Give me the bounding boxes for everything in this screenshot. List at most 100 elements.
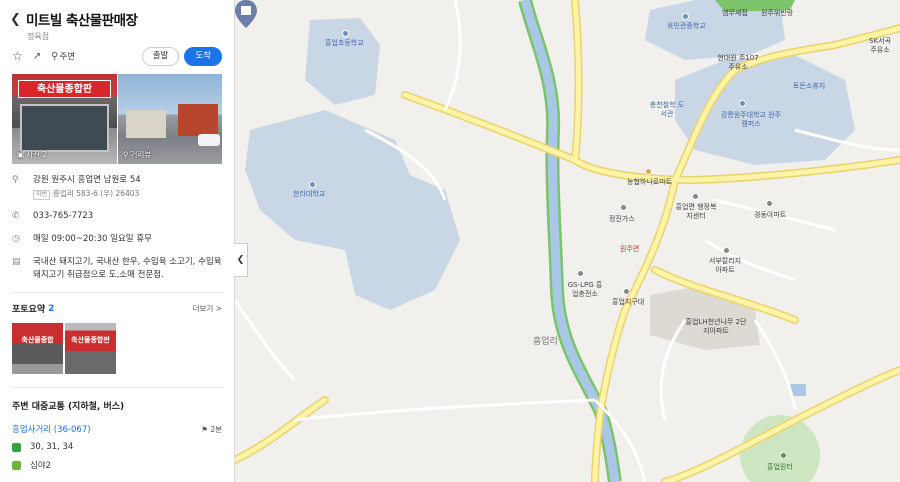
map-label[interactable]: 흥업면 행정복지센터	[675, 203, 717, 221]
park-marker[interactable]	[780, 452, 787, 459]
place-info: ⚲ 강원 원주시 흥업면 남원로 54 지번 흥업리 583-6 (우) 2640…	[0, 164, 234, 282]
building-shape	[126, 110, 166, 138]
thumb-sign-text: 축산물종합판	[71, 336, 110, 344]
gas-marker[interactable]	[577, 270, 584, 277]
campus-area	[245, 110, 460, 310]
photo-strip: 축산물종합판 ▣ 사진 2 ⚲ 거리뷰	[12, 74, 222, 164]
roadview-photo[interactable]: ⚲ 거리뷰	[118, 74, 222, 164]
jibun-tag: 지번	[33, 190, 51, 200]
chevron-left-icon[interactable]: ❮	[10, 12, 26, 27]
photo-summary-section: 포토요약 2 더보기 > 축산물종합 축산물종합판	[0, 293, 234, 374]
transit-title: 주변 대중교통 (지하철, 버스)	[12, 402, 125, 412]
photo-summary-count: 2	[48, 303, 55, 314]
map-label[interactable]: 흥업지구대	[612, 298, 644, 307]
map-label[interactable]: 원주면	[620, 245, 639, 254]
walk-time-text: 2분	[210, 424, 222, 434]
bus-stop-row: 흥업사거리 (36-067) ⚑ 2분	[12, 423, 222, 436]
nearby-button[interactable]: ⚲ 주변	[51, 50, 76, 63]
school-marker[interactable]	[739, 100, 746, 107]
address-row: ⚲ 강원 원주시 흥업면 남원로 54 지번 흥업리 583-6 (우) 2640…	[12, 174, 222, 200]
place-detail-panel: ❮ 미트빌 축산물판매장 정육점 ☆ ↗ ⚲ 주변 출발 도착 축산물종합판 ▣	[0, 0, 235, 482]
photo-count-label[interactable]: ▣ 사진 2	[17, 149, 47, 160]
bus-routes[interactable]: 30, 31, 34	[30, 442, 73, 452]
share-icon[interactable]: ↗	[33, 51, 41, 62]
office-marker[interactable]	[692, 193, 699, 200]
phone-row: ✆ 033-765-7723	[12, 210, 222, 223]
apartment-marker[interactable]	[723, 247, 730, 254]
building-shape	[178, 104, 218, 136]
bus-routes-row: 30, 31, 34	[12, 442, 222, 452]
bus-icon	[12, 460, 21, 470]
clock-icon: ◷	[12, 234, 20, 244]
place-header: ❮ 미트빌 축산물판매장 정육점	[0, 0, 234, 42]
walking-icon: ⚑	[201, 424, 208, 434]
map-label[interactable]: 한라대학교	[293, 190, 325, 199]
map-label[interactable]: 농협하나로마트	[627, 178, 672, 187]
description-text: 국내산 돼지고기, 국내산 한우, 수입육 소고기, 수입육 돼지고기 취급점으…	[33, 257, 222, 280]
map-label[interactable]: 원주위반랑	[761, 9, 793, 18]
jibun-text: 흥업리 583-6 (우) 26403	[53, 189, 140, 198]
camera-icon: ▣	[17, 150, 25, 159]
store-photo[interactable]: 축산물종합판 ▣ 사진 2	[12, 74, 117, 164]
address-text[interactable]: 강원 원주시 흥업면 남원로 54	[33, 174, 141, 187]
map-label[interactable]: 경동아파트	[754, 211, 786, 220]
transit-section: 주변 대중교통 (지하철, 버스) 흥업사거리 (36-067) ⚑ 2분 30…	[0, 388, 234, 471]
nearby-label: 주변	[59, 52, 76, 62]
phone-text[interactable]: 033-765-7723	[33, 210, 93, 223]
thumb-sign-text: 축산물종합	[21, 336, 54, 344]
bus-icon	[12, 442, 21, 452]
school-marker[interactable]	[342, 30, 349, 37]
school-marker[interactable]	[682, 13, 689, 20]
map-label[interactable]: 정진가스	[609, 215, 635, 224]
photo-thumbnail[interactable]: 축산물종합판	[65, 323, 116, 374]
store-sign: 축산물종합판	[18, 80, 111, 98]
district-label: 흥업리	[533, 337, 558, 347]
school-marker[interactable]	[309, 181, 316, 188]
hours-text: 매일 09:00~20:30 일요일 휴무	[33, 234, 152, 244]
action-bar: ☆ ↗ ⚲ 주변 출발 도착	[0, 40, 234, 66]
photo-thumbnail[interactable]: 축산물종합	[12, 323, 63, 374]
photo-count-text: 사진 2	[26, 150, 48, 159]
note-icon: ▤	[12, 257, 21, 267]
map-label[interactable]: 흥업초등학교	[325, 39, 364, 48]
map-label[interactable]: SK서곡 주유소	[865, 37, 895, 55]
mart-marker[interactable]	[645, 168, 652, 175]
map-label[interactable]: 흥업LH천년나무 2단지아파트	[685, 318, 747, 336]
apartment-marker[interactable]	[766, 200, 773, 207]
map-label[interactable]: 육민관중학교	[667, 22, 706, 31]
location-pin-icon: ⚲	[51, 50, 59, 62]
description-row: ▤ 국내산 돼지고기, 국내산 한우, 수입육 소고기, 수입육 돼지고기 취급…	[12, 256, 222, 282]
chevron-left-icon: ❮	[236, 255, 245, 265]
map-label[interactable]: 강릉원주대학교 원주캠퍼스	[720, 111, 782, 129]
map-label[interactable]: 엠무새접	[722, 9, 748, 18]
place-pin-icon[interactable]	[235, 0, 257, 28]
roadview-text: 거리뷰	[130, 150, 152, 159]
location-pin-icon: ⚲	[123, 150, 129, 159]
more-link[interactable]: 더보기 >	[193, 303, 222, 314]
map-label[interactable]: 토돈소휴지	[793, 82, 825, 91]
bus-routes-row: 심야2	[12, 459, 222, 471]
car-shape	[198, 134, 220, 146]
phone-icon: ✆	[12, 211, 20, 221]
map-label[interactable]: GS-LPG 흥업충전소	[565, 281, 605, 299]
bus-stop-link[interactable]: 흥업사거리 (36-067)	[12, 423, 91, 435]
map-label[interactable]: 흥업원터	[767, 463, 793, 472]
walk-time: ⚑ 2분	[201, 424, 222, 435]
map-label[interactable]: 현대원 주107 주유소	[715, 54, 761, 72]
map-label[interactable]: 충천철학 도서관	[649, 101, 685, 119]
police-marker[interactable]	[623, 288, 630, 295]
gas-marker[interactable]	[620, 204, 627, 211]
bus-routes[interactable]: 심야2	[30, 459, 51, 471]
photo-summary-title: 포토요약	[12, 305, 46, 315]
depart-button[interactable]: 출발	[141, 46, 180, 66]
location-pin-icon: ⚲	[12, 175, 19, 185]
map-canvas[interactable]: 흥업초등학교 한라대학교 육민관중학교 엠무새접 원주위반랑 SK서곡 주유소 …	[235, 0, 900, 482]
map-label[interactable]: 서부칼리지 아파트	[705, 257, 745, 275]
hours-row: ◷ 매일 09:00~20:30 일요일 휴무	[12, 233, 222, 246]
star-icon[interactable]: ☆	[12, 49, 23, 63]
collapse-panel-button[interactable]: ❮	[234, 243, 248, 277]
storefront	[20, 104, 109, 152]
roadview-label[interactable]: ⚲ 거리뷰	[123, 149, 151, 160]
place-title: 미트빌 축산물판매장	[26, 13, 138, 29]
arrive-button[interactable]: 도착	[184, 46, 222, 66]
